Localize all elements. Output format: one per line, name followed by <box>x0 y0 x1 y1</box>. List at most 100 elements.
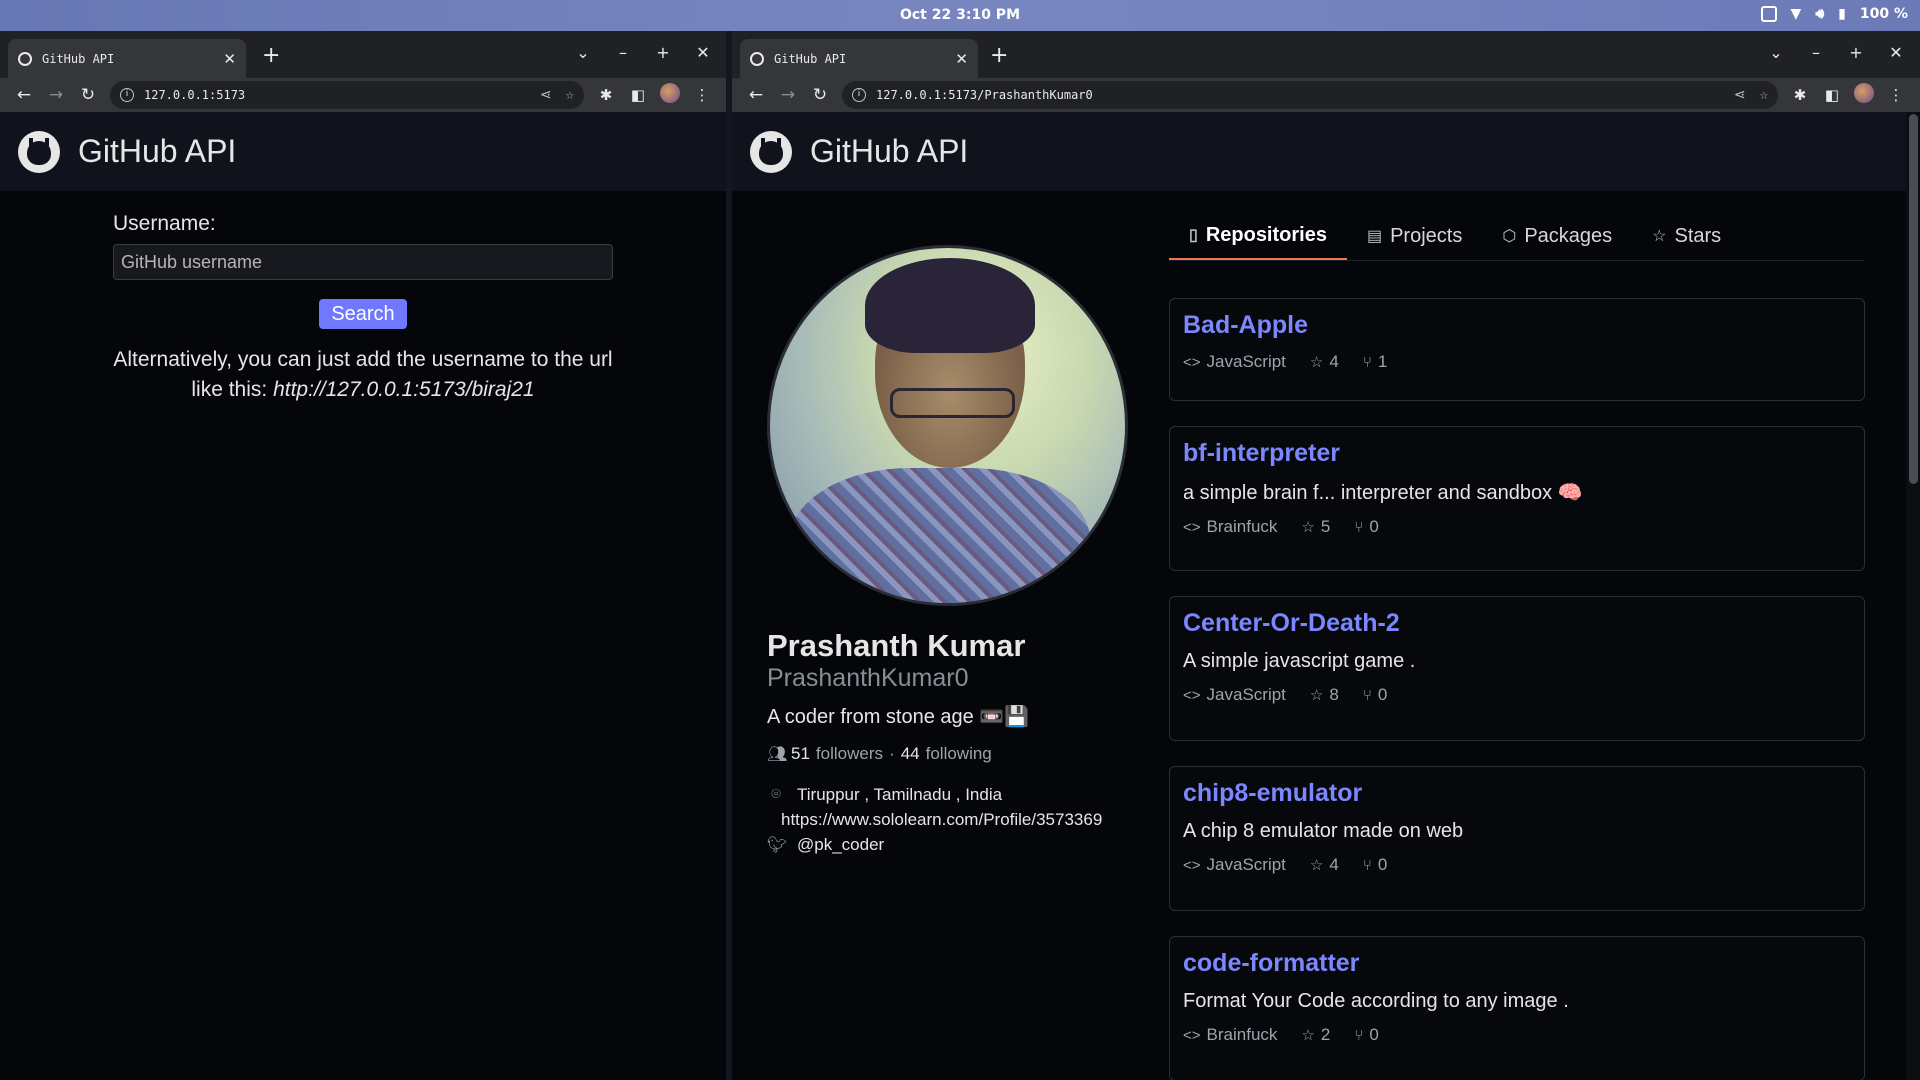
username-input[interactable] <box>113 244 613 280</box>
fork-icon: ⑂ <box>1354 518 1364 536</box>
wifi-icon[interactable]: ▼ <box>1791 6 1802 22</box>
close-tab-icon[interactable]: ✕ <box>955 50 968 68</box>
repo-name-link[interactable]: chip8-emulator <box>1183 779 1851 808</box>
bookmark-star-icon[interactable]: ☆ <box>566 87 574 103</box>
profile-avatar[interactable] <box>1848 83 1880 107</box>
repo-language: JavaScript <box>1206 685 1286 704</box>
minimize-button[interactable]: – <box>1796 43 1836 62</box>
menu-icon[interactable]: ⋮ <box>1880 86 1912 104</box>
tab-repositories[interactable]: ▯ Repositories <box>1169 212 1347 260</box>
code-icon: <> <box>1183 1026 1201 1044</box>
repo-language: Brainfuck <box>1206 1025 1278 1044</box>
repo-description: A simple javascript game . <box>1183 650 1416 672</box>
repo-forks: 0 <box>1369 517 1379 536</box>
search-button[interactable]: Search <box>319 299 407 329</box>
scrollbar-thumb[interactable] <box>1909 114 1918 484</box>
repo-name-link[interactable]: bf-interpreter <box>1183 439 1851 468</box>
window-controls: ⌄ – + ✕ <box>1756 43 1916 62</box>
minimize-button[interactable]: – <box>603 43 643 62</box>
close-window-button[interactable]: ✕ <box>683 43 723 62</box>
fork-icon: ⑂ <box>1362 686 1372 704</box>
share-icon[interactable]: ⋖ <box>540 87 552 103</box>
repo-name-link[interactable]: Center-Or-Death-2 <box>1183 609 1851 638</box>
star-icon: ☆ <box>1301 519 1315 536</box>
maximize-button[interactable]: + <box>643 43 683 62</box>
github-logo-icon <box>18 130 60 173</box>
app-header: GitHub API <box>0 112 726 191</box>
repo-forks: 1 <box>1377 352 1388 371</box>
tab-stars[interactable]: ☆ Stars <box>1632 212 1741 260</box>
profile-tabs: ▯ Repositories ▤ Projects ⬡ Packages ☆ S… <box>1169 212 1865 261</box>
volume-icon[interactable]: 🔊︎ <box>1815 6 1824 22</box>
profile-avatar[interactable] <box>654 83 686 107</box>
info-icon[interactable]: i <box>120 88 134 102</box>
info-icon[interactable]: i <box>852 88 866 102</box>
system-tray[interactable]: ▼ 🔊︎ ▮ 100 % <box>1760 6 1908 22</box>
reload-button[interactable]: ↻ <box>804 85 836 105</box>
repo-card: code-formatter Format Your Code accordin… <box>1169 936 1865 1080</box>
side-panel-icon[interactable]: ◧ <box>1816 86 1848 104</box>
battery-icon[interactable]: ▮ <box>1838 6 1846 22</box>
address-bar[interactable]: i 127.0.0.1:5173 ⋖ ☆ <box>110 81 584 109</box>
extensions-icon[interactable]: ✱ <box>590 86 622 104</box>
extensions-icon[interactable]: ✱ <box>1784 86 1816 104</box>
back-button[interactable]: ← <box>8 85 40 105</box>
tab-label: Stars <box>1674 224 1722 247</box>
menu-icon[interactable]: ⋮ <box>686 86 718 104</box>
page-scrollbar[interactable] <box>1906 112 1920 1080</box>
following-count[interactable]: 44 <box>901 744 920 764</box>
follow-stats: 👥︎ 51 followers · 44 following <box>767 744 992 764</box>
app-title: GitHub API <box>810 133 969 169</box>
repo-forks: 0 <box>1377 855 1388 874</box>
website-link[interactable]: https://www.sololearn.com/Profile/357336… <box>781 810 1102 830</box>
maximize-button[interactable]: + <box>1836 43 1876 62</box>
location-pin-icon: ⌾ <box>771 786 781 803</box>
address-bar[interactable]: i 127.0.0.1:5173/PrashanthKumar0 ⋖ ☆ <box>842 81 1778 109</box>
reload-button[interactable]: ↻ <box>72 85 104 105</box>
profile-name: Prashanth Kumar <box>767 628 1026 663</box>
tab-search-icon[interactable]: ⌄ <box>1756 43 1796 62</box>
url-text[interactable]: 127.0.0.1:5173 <box>144 88 526 102</box>
tab-label: Repositories <box>1205 223 1327 246</box>
close-tab-icon[interactable]: ✕ <box>223 50 236 68</box>
repo-description: Format Your Code according to any image … <box>1183 990 1569 1012</box>
website-row: https://www.sololearn.com/Profile/357336… <box>781 810 1102 830</box>
browser-tab[interactable]: GitHub API ✕ <box>740 39 978 78</box>
tab-projects[interactable]: ▤ Projects <box>1347 212 1482 260</box>
package-icon: ⬡ <box>1502 228 1517 245</box>
repo-description: A chip 8 emulator made on web <box>1183 820 1464 842</box>
twitter-bird-icon: 🐦︎ <box>767 837 788 854</box>
screen-icon[interactable] <box>1760 6 1777 22</box>
star-icon: ☆ <box>1309 354 1324 371</box>
browser-toolbar: ← → ↻ i 127.0.0.1:5173/PrashanthKumar0 ⋖… <box>732 78 1920 112</box>
close-window-button[interactable]: ✕ <box>1876 43 1916 62</box>
tab-search-icon[interactable]: ⌄ <box>563 43 603 62</box>
back-button[interactable]: ← <box>740 85 772 105</box>
forward-button[interactable]: → <box>40 85 72 105</box>
new-tab-button[interactable]: + <box>262 43 280 68</box>
tab-packages[interactable]: ⬡ Packages <box>1482 212 1632 260</box>
side-panel-icon[interactable]: ◧ <box>622 86 654 104</box>
repo-name-link[interactable]: code-formatter <box>1183 949 1851 978</box>
browser-tab[interactable]: GitHub API ✕ <box>8 39 246 78</box>
url-text[interactable]: 127.0.0.1:5173/PrashanthKumar0 <box>876 88 1720 102</box>
window-controls: ⌄ – + ✕ <box>563 43 723 62</box>
following-label[interactable]: following <box>926 744 992 764</box>
followers-label[interactable]: followers <box>816 744 883 764</box>
repo-stars: 2 <box>1320 1025 1331 1044</box>
repo-stars: 4 <box>1329 855 1339 874</box>
followers-count[interactable]: 51 <box>791 744 810 764</box>
bookmark-star-icon[interactable]: ☆ <box>1760 87 1768 103</box>
share-icon[interactable]: ⋖ <box>1734 87 1746 103</box>
profile-bio: A coder from stone age 📼💾 <box>767 706 1030 728</box>
repo-name-link[interactable]: Bad-Apple <box>1183 311 1851 340</box>
clock[interactable]: Oct 22 3:10 PM <box>0 7 1920 23</box>
forward-button[interactable]: → <box>772 85 804 105</box>
username-label: Username: <box>113 212 216 235</box>
people-icon: 👥︎ <box>767 746 788 763</box>
system-top-bar: Oct 22 3:10 PM ▼ 🔊︎ ▮ 100 % <box>0 0 1920 31</box>
tab-label: Packages <box>1524 224 1613 247</box>
repo-card: bf-interpreter a simple brain f... inter… <box>1169 426 1865 571</box>
new-tab-button[interactable]: + <box>990 43 1008 68</box>
twitter-handle[interactable]: @pk_coder <box>797 835 884 855</box>
